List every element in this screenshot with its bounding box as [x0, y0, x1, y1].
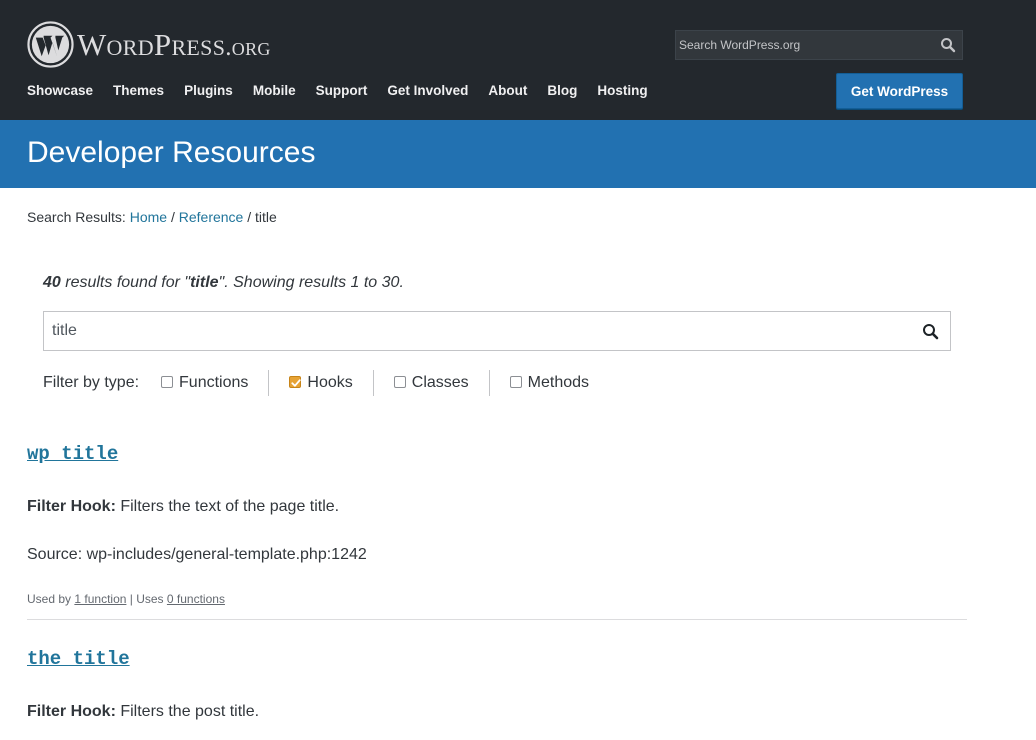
- result-description: Filter Hook: Filters the post title.: [27, 703, 259, 721]
- nav-get-involved[interactable]: Get Involved: [387, 82, 468, 99]
- result-source: Source: wp-includes/general-template.php…: [27, 546, 367, 563]
- reference-search: [43, 311, 951, 351]
- checkmark-icon: [291, 379, 302, 387]
- result-title-link[interactable]: wp_title: [27, 443, 118, 465]
- methods-checkbox[interactable]: [509, 376, 522, 388]
- filter-classes[interactable]: Classes: [374, 370, 489, 396]
- result-description-text: Filters the text of the page title.: [120, 498, 340, 515]
- main-nav: Showcase Themes Plugins Mobile Support G…: [27, 82, 668, 99]
- page-banner: Developer Resources: [0, 120, 1036, 188]
- breadcrumb-separator: /: [170, 209, 175, 225]
- search-icon[interactable]: [940, 37, 956, 53]
- wordpress-logo-link[interactable]: WordPress.org: [27, 21, 271, 68]
- nav-themes[interactable]: Themes: [113, 82, 164, 99]
- breadcrumb-reference[interactable]: Reference: [179, 209, 244, 225]
- hooks-checkbox[interactable]: [289, 376, 302, 388]
- filter-hooks[interactable]: Hooks: [269, 370, 372, 396]
- wordmark-suffix: .org: [225, 34, 271, 61]
- reference-search-input[interactable]: [44, 312, 912, 350]
- filter-label: Filter by type:: [43, 374, 140, 391]
- results-summary-mid: results found for ": [60, 274, 191, 291]
- filter-by-type: Filter by type: Functions Hooks Classes …: [43, 370, 609, 396]
- header-search: [675, 30, 963, 60]
- result-description: Filter Hook: Filters the text of the pag…: [27, 498, 339, 516]
- result-meta: Used by 1 function | Uses 0 functions: [27, 592, 225, 606]
- used-by-label: Used by: [27, 592, 72, 606]
- page-title: Developer Resources: [27, 136, 316, 169]
- result-type-label: Filter Hook:: [27, 498, 116, 515]
- search-icon[interactable]: [922, 323, 939, 340]
- wordpress-wordmark: WordPress.org: [77, 29, 271, 60]
- header-search-input[interactable]: [676, 31, 931, 59]
- get-wordpress-button[interactable]: Get WordPress: [836, 73, 963, 109]
- used-by-link[interactable]: 1 function: [74, 592, 126, 606]
- nav-support[interactable]: Support: [316, 82, 368, 99]
- breadcrumb: Search Results: Home / Reference / title: [27, 209, 277, 225]
- results-summary: 40 results found for "title". Showing re…: [43, 274, 404, 292]
- nav-mobile[interactable]: Mobile: [253, 82, 296, 99]
- filter-functions[interactable]: Functions: [161, 370, 268, 396]
- functions-checkbox[interactable]: [161, 376, 174, 388]
- wordpress-logo-icon: [27, 21, 74, 68]
- results-count: 40: [43, 274, 61, 291]
- nav-about[interactable]: About: [488, 82, 527, 99]
- wordmark-main: WordPress: [77, 27, 226, 62]
- breadcrumb-prefix: Search Results:: [27, 209, 126, 225]
- filter-option-label: Classes: [411, 374, 469, 391]
- breadcrumb-current: title: [255, 209, 277, 225]
- result-description-text: Filters the post title.: [120, 703, 260, 720]
- filter-option-label: Methods: [527, 374, 590, 391]
- breadcrumb-home[interactable]: Home: [130, 209, 167, 225]
- results-summary-end: ". Showing results 1 to 30.: [218, 274, 404, 291]
- breadcrumb-separator: /: [247, 209, 252, 225]
- uses-label: | Uses: [129, 592, 164, 606]
- result-divider: [27, 619, 967, 620]
- filter-option-label: Hooks: [307, 374, 353, 391]
- results-query: title: [190, 274, 219, 291]
- filter-option-label: Functions: [179, 374, 249, 391]
- classes-checkbox[interactable]: [393, 376, 406, 388]
- uses-link[interactable]: 0 functions: [167, 592, 225, 606]
- site-header: WordPress.org Showcase Themes Plugins Mo…: [0, 0, 1036, 120]
- nav-plugins[interactable]: Plugins: [184, 82, 233, 99]
- filter-methods[interactable]: Methods: [490, 370, 609, 396]
- result-type-label: Filter Hook:: [27, 703, 116, 720]
- nav-showcase[interactable]: Showcase: [27, 82, 93, 99]
- nav-blog[interactable]: Blog: [547, 82, 577, 99]
- result-title-link[interactable]: the_title: [27, 648, 130, 670]
- nav-hosting[interactable]: Hosting: [597, 82, 647, 99]
